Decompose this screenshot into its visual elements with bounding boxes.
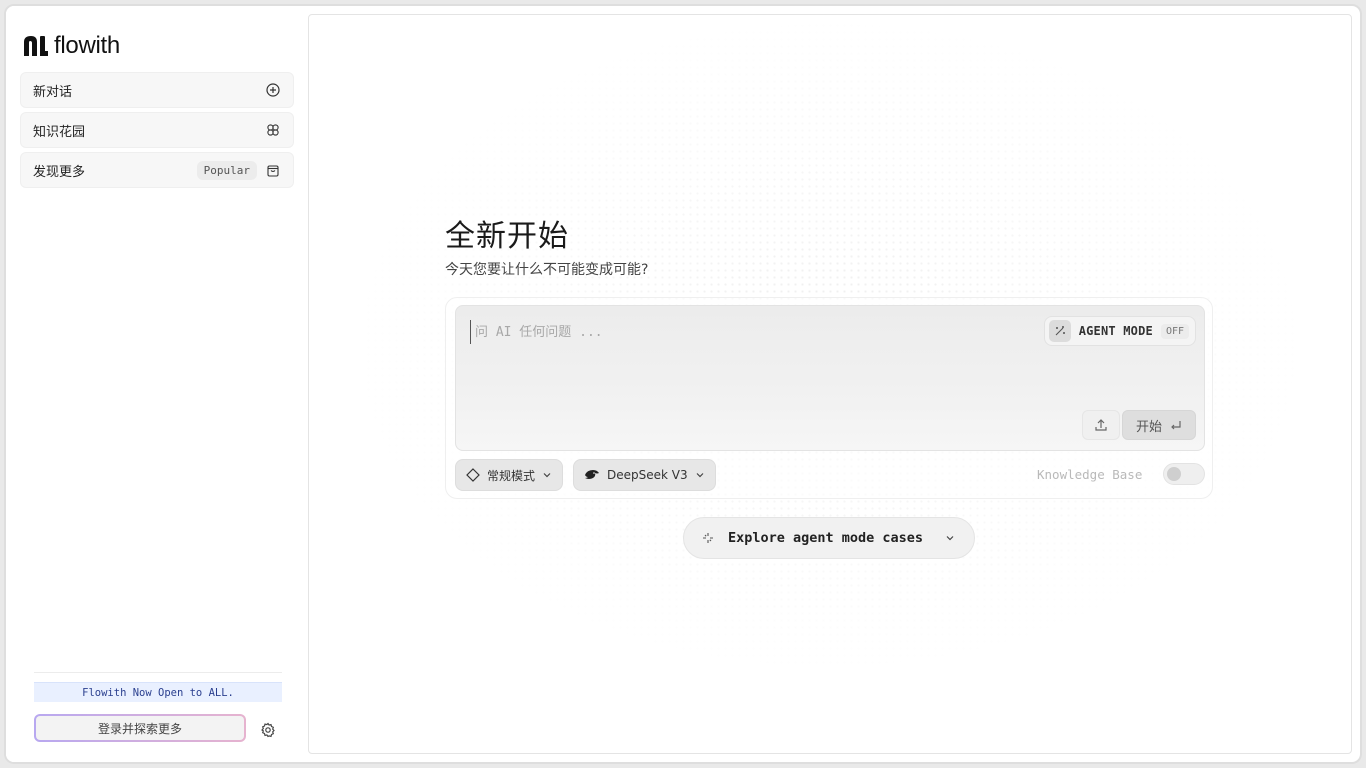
sidebar-item-label: 发现更多: [33, 164, 86, 180]
start-button[interactable]: 开始: [1122, 410, 1196, 440]
explore-agent-cases-button[interactable]: Explore agent mode cases: [683, 517, 975, 559]
agent-mode-state: OFF: [1160, 323, 1189, 339]
announcement-banner[interactable]: Flowith Now Open to ALL.: [34, 682, 282, 702]
gear-icon[interactable]: [260, 722, 276, 738]
start-label: 开始: [1135, 419, 1162, 435]
enter-icon: [1170, 419, 1182, 431]
knowledge-base-label: Knowledge Base: [1037, 467, 1143, 482]
sparkle-icon: [702, 532, 714, 544]
magic-wand-icon: [1048, 320, 1071, 342]
deepseek-whale-icon: [584, 468, 600, 482]
agent-mode-label: AGENT MODE: [1078, 324, 1153, 338]
knowledge-base-toggle[interactable]: [1163, 463, 1205, 485]
popular-badge: Popular: [196, 160, 257, 180]
upload-icon: [1094, 418, 1108, 432]
sidebar-item-label: 知识花园: [33, 124, 86, 140]
logo[interactable]: flowith: [22, 32, 120, 60]
diamond-icon: [466, 468, 480, 482]
shopping-bag-icon: [265, 162, 281, 178]
sidebar-item-new-chat[interactable]: 新对话: [20, 72, 294, 108]
model-select[interactable]: DeepSeek V3: [573, 459, 716, 491]
mode-select[interactable]: 常规模式: [455, 459, 564, 491]
page-title: 全新开始: [445, 219, 569, 254]
plus-circle-icon: [265, 82, 281, 98]
composer: AGENT MODE OFF 开始: [455, 305, 1205, 451]
upload-button[interactable]: [1082, 410, 1120, 440]
sidebar-item-discover-more[interactable]: 发现更多 Popular: [20, 152, 294, 188]
chevron-down-icon: [542, 470, 552, 480]
login-button[interactable]: 登录并探索更多: [34, 714, 246, 742]
sidebar: flowith 新对话 知识花园 发现更多 Popular Flowith No…: [6, 6, 306, 762]
sidebar-item-knowledge-garden[interactable]: 知识花园: [20, 112, 294, 148]
flowith-logo-icon: [24, 36, 48, 56]
agent-mode-toggle[interactable]: AGENT MODE OFF: [1043, 316, 1196, 346]
sidebar-item-label: 新对话: [33, 84, 73, 100]
app-window: flowith 新对话 知识花园 发现更多 Popular Flowith No…: [4, 4, 1362, 764]
model-select-label: DeepSeek V3: [607, 468, 688, 482]
main-panel: 全新开始 今天您要让什么不可能变成可能? AGENT MODE OFF 开始: [308, 14, 1352, 754]
prompt-input[interactable]: [470, 320, 1010, 344]
page-subtitle: 今天您要让什么不可能变成可能?: [445, 262, 649, 278]
flower-icon: [265, 122, 281, 138]
explore-label: Explore agent mode cases: [728, 530, 924, 546]
chevron-down-icon: [695, 470, 705, 480]
toggle-knob: [1167, 467, 1181, 481]
sidebar-divider: [34, 672, 282, 673]
mode-select-label: 常规模式: [487, 468, 536, 483]
chevron-down-icon: [944, 532, 956, 544]
logo-text: flowith: [54, 32, 120, 59]
